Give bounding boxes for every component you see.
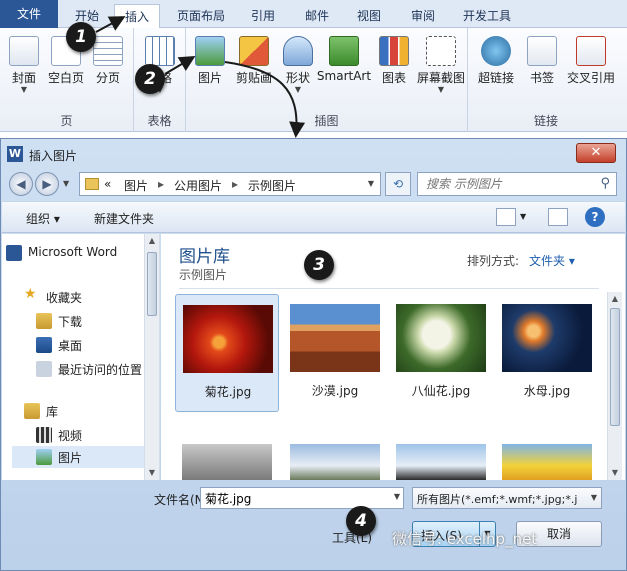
star-icon: ★ [24,286,37,302]
file-name: 水母.jpg [523,384,571,398]
file-name: 菊花.jpg [204,385,252,399]
file-tile[interactable] [495,434,599,480]
dialog-footer: 文件名(N): ▼ 所有图片(*.emf;*.wmf;*.jpg;*.j ▼ 工… [2,481,625,570]
search-input[interactable] [426,174,596,194]
watermark-text: 微信号: excelhp_net [392,530,538,548]
file-name: 沙漠.jpg [311,384,359,398]
scroll-up-icon[interactable]: ▲ [608,292,622,306]
file-tile[interactable] [175,434,279,480]
library-title: 图片库 [179,247,230,267]
jellyfish-thumbnail [502,304,592,372]
file-tile[interactable]: 沙漠.jpg [283,294,387,412]
navigation-pane: Microsoft Word ★ 收藏夹 下载 桌面 最近访问的位置 库 视频 图… [2,234,160,480]
file-list-area: 图片库 示例图片 排列方式: 文件夹 ▾ 菊花.jpg 沙漠.jpg 八仙花.j… [161,234,625,480]
word-app-icon: W [7,146,23,162]
scroll-down-icon[interactable]: ▼ [145,466,159,480]
desktop-icon [36,337,52,353]
breadcrumb-separator: ▸ [158,177,165,191]
sort-dropdown[interactable]: 文件夹 ▾ [529,252,575,269]
refresh-button[interactable]: ⟲ [385,172,411,196]
file-tile[interactable]: 菊花.jpg [175,294,279,412]
insert-picture-dialog: W 插入图片 ✕ ◀ ▶ ▼ « 图片 ▸ 公用图片 ▸ 示例图片 ▼ ⟲ ⚲ … [0,138,627,571]
file-tile[interactable] [283,434,387,480]
nav-item-pictures[interactable]: 图片 [12,446,144,468]
divider [179,288,599,289]
back-button[interactable]: ◀ [9,172,33,196]
arrow-step-2 [164,55,196,75]
penguins-thumbnail [396,444,486,480]
filename-input[interactable] [205,489,385,507]
breadcrumb-pictures[interactable]: 图片 [124,177,148,194]
chevron-down-icon[interactable]: ▼ [520,212,526,221]
step-marker-3: 3 [304,250,334,280]
breadcrumb-overflow[interactable]: « [104,177,111,191]
new-folder-button[interactable]: 新建文件夹 [94,210,154,227]
koala-thumbnail [182,444,272,480]
libraries-icon [24,403,40,419]
word-icon [6,245,22,261]
step-marker-4: 4 [346,506,376,536]
breadcrumb-sample-pictures[interactable]: 示例图片 [248,177,296,194]
preview-pane-icon[interactable] [548,208,568,226]
content-scroll-thumb[interactable] [610,308,620,426]
arrow-step-1 [95,16,126,33]
breadcrumb-public-pictures[interactable]: 公用图片 [174,177,222,194]
hydrangea-thumbnail [396,304,486,372]
videos-icon [36,427,52,443]
chevron-down-icon[interactable]: ▼ [394,492,400,501]
dialog-toolbar: 组织 ▾ 新建文件夹 ▼ ? [2,201,625,233]
file-tile[interactable]: 八仙花.jpg [389,294,493,412]
folder-icon [85,178,99,190]
file-tile[interactable]: 水母.jpg [495,294,599,412]
step-marker-1: 1 [66,22,96,52]
chrysanthemum-thumbnail [183,305,273,373]
chevron-down-icon: ▼ [590,493,597,502]
scroll-up-icon[interactable]: ▲ [145,234,159,248]
desert-thumbnail [290,304,380,372]
tulips-thumbnail [502,444,592,480]
file-type-select[interactable]: 所有图片(*.emf;*.wmf;*.jpg;*.j ▼ [412,487,602,509]
arrow-to-dialog [224,61,306,138]
address-row: ◀ ▶ ▼ « 图片 ▸ 公用图片 ▸ 示例图片 ▼ ⟲ ⚲ [7,171,621,197]
step-marker-2: 2 [135,64,165,94]
view-options-icon[interactable] [496,208,516,226]
nav-item-word[interactable]: Microsoft Word [6,242,148,264]
file-tile[interactable] [389,434,493,480]
forward-button[interactable]: ▶ [35,172,59,196]
search-icon: ⚲ [600,176,610,191]
dialog-title: 插入图片 [29,149,78,163]
nav-scrollbar[interactable]: ▲ ▼ [144,234,159,480]
downloads-icon [36,313,52,329]
address-bar[interactable]: « 图片 ▸ 公用图片 ▸ 示例图片 ▼ [79,172,381,196]
close-button[interactable]: ✕ [576,143,616,163]
library-subtitle: 示例图片 [179,268,228,282]
organize-button[interactable]: 组织 ▾ [26,210,60,227]
nav-item-recent-places[interactable]: 最近访问的位置 [36,358,146,380]
lighthouse-thumbnail [290,444,380,480]
chevron-down-icon[interactable]: ▼ [368,179,374,188]
scroll-down-icon[interactable]: ▼ [608,466,622,480]
help-icon[interactable]: ? [585,207,605,227]
filename-field[interactable]: ▼ [200,487,404,509]
sort-label: 排列方式: [467,254,520,268]
nav-scroll-thumb[interactable] [147,252,157,316]
history-dropdown-icon[interactable]: ▼ [63,179,69,188]
dialog-titlebar: W 插入图片 ✕ [1,139,626,169]
search-box[interactable]: ⚲ [417,172,617,196]
breadcrumb-separator: ▸ [232,177,239,191]
file-name: 八仙花.jpg [411,384,471,398]
file-type-value: 所有图片(*.emf;*.wmf;*.jpg;*.j [417,493,578,506]
content-scrollbar[interactable]: ▲ ▼ [607,292,622,480]
pictures-icon [36,449,52,465]
recent-places-icon [36,361,52,377]
